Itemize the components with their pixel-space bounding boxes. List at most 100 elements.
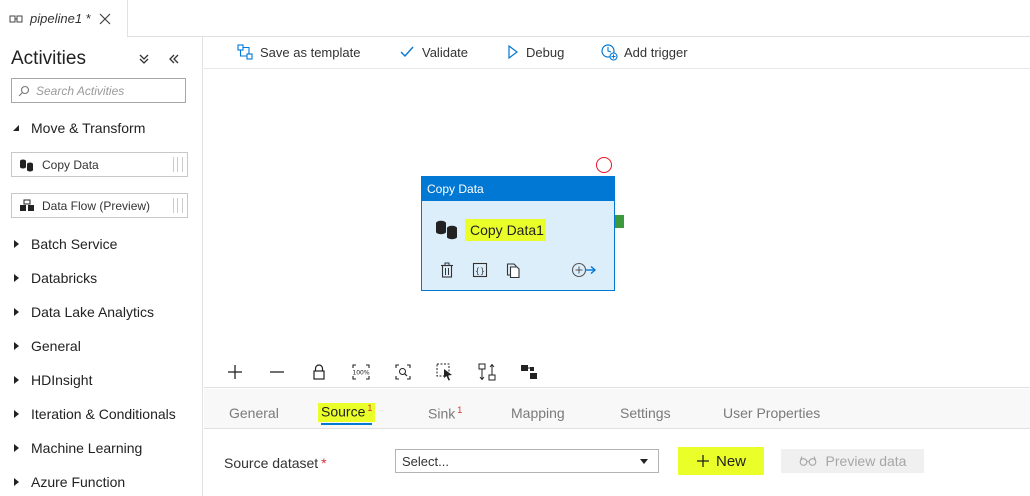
category-move-transform[interactable]: Move & Transform	[11, 120, 145, 136]
pipeline-icon	[9, 12, 23, 26]
code-icon[interactable]: {}	[472, 262, 488, 278]
properties-tabs: General Source 1 Sink 1 Mapping Settings U…	[204, 389, 1030, 429]
category-data-lake-analytics[interactable]: Data Lake Analytics	[11, 304, 154, 320]
error-status-icon[interactable]	[596, 157, 612, 173]
copy-data-activity-node[interactable]: Copy Data Copy Data1 {}	[421, 176, 615, 291]
auto-align-icon[interactable]	[478, 363, 496, 381]
new-dataset-button[interactable]: New	[678, 447, 764, 475]
error-count-badge: 1	[457, 405, 463, 415]
pipeline-tab[interactable]: pipeline1 *	[0, 0, 128, 37]
category-label: General	[31, 338, 81, 354]
tab-sink[interactable]: Sink 1	[428, 405, 462, 422]
category-label: Data Lake Analytics	[31, 304, 154, 320]
preview-data-label: Preview data	[825, 453, 907, 469]
activity-data-flow[interactable]: Data Flow (Preview)	[11, 193, 188, 218]
trash-icon[interactable]	[439, 262, 455, 278]
unsaved-marker: *	[86, 11, 92, 26]
clone-icon[interactable]	[505, 262, 521, 278]
checkmark-icon	[398, 43, 416, 61]
canvas-tools-bar: 100%	[204, 356, 1030, 388]
source-dataset-label: Source dataset *	[224, 455, 327, 471]
drag-handle-icon[interactable]	[173, 157, 183, 172]
copy-data-icon	[19, 158, 35, 172]
category-label: Machine Learning	[31, 440, 143, 456]
active-tab-indicator	[321, 422, 373, 425]
debug-label: Debug	[526, 44, 565, 60]
tab-settings[interactable]: Settings	[620, 405, 671, 421]
activities-title: Activities	[11, 48, 86, 69]
node-name: Copy Data1	[465, 219, 546, 241]
validate-button[interactable]: Validate	[398, 43, 468, 61]
pipeline-toolbar: Save as template Validate Debug Add trig…	[204, 37, 1030, 69]
select-value: Select...	[402, 453, 449, 469]
add-trigger-button[interactable]: Add trigger	[600, 43, 688, 61]
zoom-out-icon[interactable]	[268, 363, 286, 381]
required-marker: *	[321, 455, 327, 471]
category-iteration-conditionals[interactable]: Iteration & Conditionals	[11, 406, 176, 422]
activity-copy-data[interactable]: Copy Data	[11, 152, 188, 177]
svg-text:100%: 100%	[352, 370, 369, 377]
category-label: Batch Service	[31, 236, 118, 252]
category-label: Move & Transform	[31, 120, 146, 136]
category-azure-function[interactable]: Azure Function	[11, 474, 125, 490]
arrange-icon[interactable]	[520, 363, 538, 381]
search-activities-box[interactable]	[11, 78, 186, 103]
caret-right-icon	[11, 409, 21, 419]
new-label: New	[715, 452, 746, 470]
add-trigger-label: Add trigger	[624, 44, 688, 60]
chevron-down-icon	[640, 459, 648, 464]
pipeline-canvas[interactable]	[204, 70, 1030, 356]
tab-source[interactable]: Source 1	[318, 403, 376, 425]
glasses-icon	[799, 455, 817, 467]
drag-handle-icon[interactable]	[173, 198, 183, 213]
search-icon	[18, 85, 30, 97]
category-databricks[interactable]: Databricks	[11, 270, 97, 286]
category-label: HDInsight	[31, 372, 93, 388]
caret-right-icon	[11, 443, 21, 453]
zoom-100-icon[interactable]: 100%	[352, 363, 370, 381]
validate-label: Validate	[422, 44, 469, 60]
search-input[interactable]	[36, 83, 181, 98]
play-icon	[504, 43, 522, 61]
caret-right-icon	[11, 239, 21, 249]
plus-icon	[696, 454, 710, 468]
zoom-in-icon[interactable]	[226, 363, 244, 381]
error-count-badge: 1	[367, 403, 373, 413]
source-dataset-select[interactable]: Select...	[395, 449, 659, 473]
save-as-template-label: Save as template	[260, 44, 361, 60]
tab-title: pipeline1	[30, 11, 83, 26]
template-icon	[236, 43, 254, 61]
debug-button[interactable]: Debug	[504, 43, 564, 61]
trigger-icon	[600, 43, 618, 61]
close-icon[interactable]	[99, 13, 111, 25]
lock-icon[interactable]	[310, 363, 328, 381]
caret-down-icon	[11, 123, 21, 133]
collapse-panel-icon[interactable]	[166, 51, 182, 67]
category-batch-service[interactable]: Batch Service	[11, 236, 117, 252]
tab-general[interactable]: General	[229, 405, 279, 421]
success-output-port[interactable]	[615, 215, 624, 228]
document-tab-bar: pipeline1 *	[0, 0, 1030, 37]
category-label: Iteration & Conditionals	[31, 406, 176, 422]
activity-label: Copy Data	[42, 157, 99, 172]
caret-right-icon	[11, 477, 21, 487]
caret-right-icon	[11, 307, 21, 317]
save-as-template-button[interactable]: Save as template	[236, 43, 360, 61]
category-label: Azure Function	[31, 474, 126, 490]
category-general[interactable]: General	[11, 338, 81, 354]
preview-data-button[interactable]: Preview data	[781, 449, 924, 473]
add-output-icon[interactable]	[571, 262, 597, 278]
tab-mapping[interactable]: Mapping	[511, 405, 565, 421]
collapse-all-icon[interactable]	[136, 51, 152, 67]
select-area-icon[interactable]	[436, 363, 454, 381]
category-machine-learning[interactable]: Machine Learning	[11, 440, 142, 456]
zoom-to-fit-icon[interactable]	[394, 363, 412, 381]
category-hdinsight[interactable]: HDInsight	[11, 372, 92, 388]
caret-right-icon	[11, 273, 21, 283]
svg-text:{}: {}	[475, 267, 485, 276]
data-flow-icon	[19, 199, 35, 213]
tab-user-properties[interactable]: User Properties	[723, 405, 820, 421]
activity-label: Data Flow (Preview)	[42, 198, 151, 213]
node-type-label: Copy Data	[422, 177, 614, 201]
activities-panel: Activities Move & Transform Copy Data Da…	[0, 37, 203, 496]
